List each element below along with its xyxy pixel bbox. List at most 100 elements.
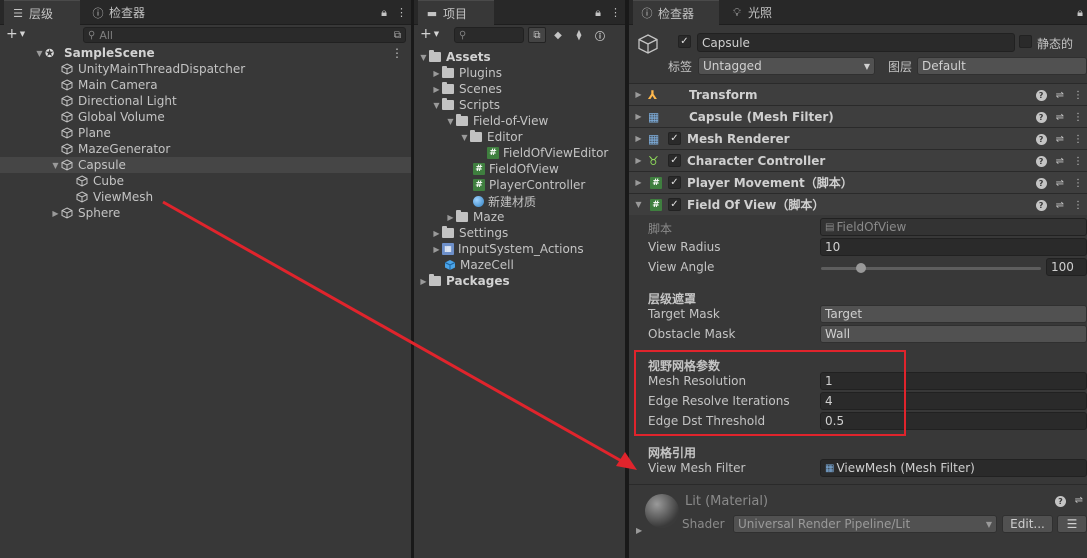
preset-icon[interactable]: ⇌ (1056, 178, 1064, 189)
hierarchy-item[interactable]: MazeGenerator (0, 141, 411, 157)
expand-arrow-icon[interactable]: ▼ (633, 200, 644, 209)
help-icon[interactable]: ? (1055, 496, 1066, 507)
collapse-arrow-icon[interactable]: ▶ (431, 85, 442, 94)
component-player-movement[interactable]: ▶ # ✓ Player Movement（脚本） ? ⇌ ⋮ (629, 171, 1087, 193)
collapse-arrow-icon[interactable]: ▶ (633, 156, 644, 165)
component-mesh-filter[interactable]: ▶ ▦ Capsule (Mesh Filter) ? ⇌ ⋮ (629, 105, 1087, 127)
preset-icon[interactable]: ⇌ (1075, 495, 1083, 506)
project-item[interactable]: ▶ Maze (414, 209, 625, 225)
project-item[interactable]: ▼ Editor (414, 129, 625, 145)
preset-icon[interactable]: ⇌ (1056, 200, 1064, 211)
context-menu-icon[interactable]: ⋮ (1073, 178, 1083, 189)
project-item[interactable]: # FieldOfViewEditor (414, 145, 625, 161)
edge-resolve-iterations-field[interactable]: 4 (820, 392, 1087, 410)
component-enabled-checkbox[interactable]: ✓ (668, 132, 681, 145)
collapse-arrow-icon[interactable]: ▶ (633, 134, 644, 143)
component-character-controller[interactable]: ▶ ♉︎ ✓ Character Controller ? ⇌ ⋮ (629, 149, 1087, 171)
project-item[interactable]: ▶ Packages (414, 273, 625, 289)
expand-arrow-icon[interactable]: ▼ (431, 101, 442, 110)
expand-arrow-icon[interactable]: ▼ (445, 117, 456, 126)
component-enabled-checkbox[interactable]: ✓ (668, 154, 681, 167)
project-item[interactable]: # FieldOfView (414, 161, 625, 177)
project-item[interactable]: ▶ ▦ InputSystem_Actions (414, 241, 625, 257)
search-dropdown-icon[interactable]: ⧉ (394, 30, 401, 41)
preset-icon[interactable]: ⇌ (1056, 156, 1064, 167)
tab-hierarchy[interactable]: ☰ 层级 (4, 0, 80, 25)
view-radius-field[interactable]: 10 (820, 238, 1087, 256)
hierarchy-item[interactable]: Cube (0, 173, 411, 189)
expand-arrow-icon[interactable]: ▼ (50, 161, 61, 170)
obstacle-mask-dropdown[interactable]: Wall (820, 325, 1087, 343)
scene-row[interactable]: ▼ ✪ SampleScene ⋮ (0, 45, 411, 61)
collapse-arrow-icon[interactable]: ▶ (431, 245, 442, 254)
help-icon[interactable]: ? (1035, 89, 1047, 101)
context-menu-icon[interactable]: ⋮ (1073, 112, 1083, 123)
static-checkbox[interactable] (1019, 35, 1032, 48)
search-input[interactable]: ⚲ All ⧉ (83, 27, 406, 43)
view-angle-field[interactable]: 100 (1046, 258, 1087, 276)
shader-edit-button[interactable]: Edit... (1002, 515, 1053, 533)
more-menu-icon[interactable]: ⋮ (610, 6, 621, 19)
component-enabled-checkbox[interactable]: ✓ (668, 176, 681, 189)
lock-icon[interactable]: 🔒︎ (1077, 6, 1083, 20)
hierarchy-item[interactable]: Plane (0, 125, 411, 141)
collapse-arrow-icon[interactable]: ▶ (431, 69, 442, 78)
collapse-arrow-icon[interactable]: ▶ (445, 213, 456, 222)
collapse-arrow-icon[interactable]: ▶ (418, 277, 429, 286)
help-icon[interactable]: ? (1035, 155, 1047, 167)
help-icon[interactable]: ? (1035, 199, 1047, 211)
hierarchy-item[interactable]: ▶ Sphere (0, 205, 411, 221)
project-item[interactable]: ▶ Settings (414, 225, 625, 241)
collapse-arrow-icon[interactable]: ▶ (431, 229, 442, 238)
expand-arrow-icon[interactable]: ▼ (34, 49, 45, 58)
filter-tag-icon[interactable]: ⧫ (570, 27, 588, 43)
layer-dropdown[interactable]: Default (917, 57, 1087, 75)
search-by-label-icon[interactable]: ◆ (549, 27, 567, 43)
project-item[interactable]: ▼ Scripts (414, 97, 625, 113)
view-mesh-filter-field[interactable]: ▦ ViewMesh (Mesh Filter) (820, 459, 1087, 477)
context-menu-icon[interactable]: ⋮ (1073, 90, 1083, 101)
context-menu-icon[interactable]: ⋮ (1073, 134, 1083, 145)
project-item[interactable]: ▼ Field-of-View (414, 113, 625, 129)
object-name-field[interactable]: Capsule (697, 33, 1015, 52)
hierarchy-item[interactable]: UnityMainThreadDispatcher (0, 61, 411, 77)
context-menu-icon[interactable]: ⋮ (1073, 200, 1083, 211)
project-search-input[interactable]: ⚲ (454, 27, 524, 43)
collapse-arrow-icon[interactable]: ▶ (633, 178, 644, 187)
create-button[interactable]: + ▼ (6, 25, 25, 43)
expand-arrow-icon[interactable]: ▼ (418, 53, 429, 62)
collapse-arrow-icon[interactable]: ▶ (633, 90, 644, 99)
project-item[interactable]: ▼ Assets (414, 49, 625, 65)
tab-lighting[interactable]: 💡︎ 光照 (723, 0, 780, 25)
hierarchy-item-selected[interactable]: ▼ Capsule (0, 157, 411, 173)
search-by-type-icon[interactable]: ⧉ (528, 27, 546, 43)
mesh-resolution-field[interactable]: 1 (820, 372, 1087, 390)
context-menu-icon[interactable]: ⋮ (1073, 156, 1083, 167)
component-transform[interactable]: ▶ ⅄ Transform ? ⇌ ⋮ (629, 83, 1087, 105)
hierarchy-item[interactable]: Global Volume (0, 109, 411, 125)
create-asset-button[interactable]: + ▼ (420, 25, 439, 43)
more-menu-icon[interactable]: ⋮ (396, 6, 407, 19)
preset-icon[interactable]: ⇌ (1056, 112, 1064, 123)
tab-inspector[interactable]: ⓘ 检查器 (633, 0, 719, 25)
target-mask-dropdown[interactable]: Target (820, 305, 1087, 323)
preset-icon[interactable]: ⇌ (1056, 134, 1064, 145)
preset-icon[interactable]: ⇌ (1056, 90, 1064, 101)
edge-dst-threshold-field[interactable]: 0.5 (820, 412, 1087, 430)
warnings-icon[interactable]: ⓘ (591, 27, 609, 43)
expand-arrow-icon[interactable]: ▶ (636, 526, 642, 535)
shader-dropdown[interactable]: Universal Render Pipeline/Lit ▼ (733, 515, 997, 533)
tab-project[interactable]: ▬ 项目 (418, 0, 494, 25)
lock-icon[interactable]: 🔒︎ (381, 6, 387, 20)
tab-inspector-secondary[interactable]: ⓘ 检查器 (84, 0, 153, 25)
project-item[interactable]: 新建材质 (414, 193, 625, 209)
expand-arrow-icon[interactable]: ▼ (459, 133, 470, 142)
view-angle-slider-track[interactable] (821, 267, 1041, 270)
help-icon[interactable]: ? (1035, 177, 1047, 189)
help-icon[interactable]: ? (1035, 111, 1047, 123)
scene-menu-icon[interactable]: ⋮ (391, 46, 403, 60)
view-angle-slider-thumb[interactable] (855, 263, 866, 273)
collapse-arrow-icon[interactable]: ▶ (50, 209, 61, 218)
project-item[interactable]: # PlayerController (414, 177, 625, 193)
project-item[interactable]: ▶ Scenes (414, 81, 625, 97)
